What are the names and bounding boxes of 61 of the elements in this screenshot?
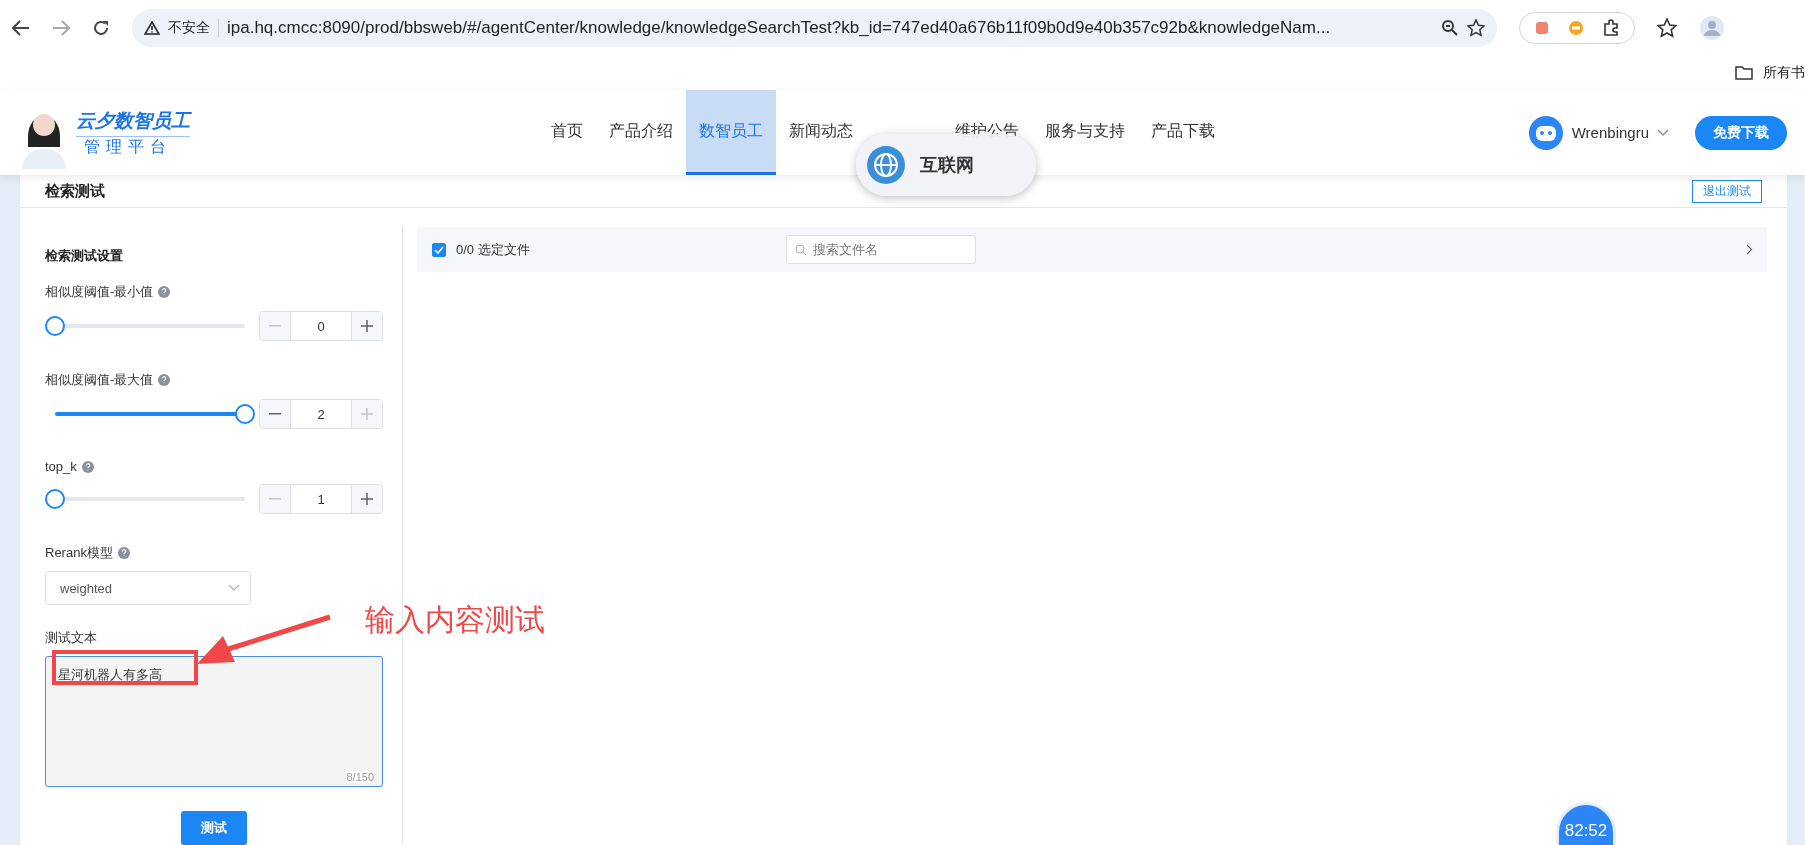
star-icon[interactable] [1467, 18, 1485, 37]
decrement-button[interactable] [260, 400, 290, 428]
rerank-select[interactable]: weighted [45, 571, 251, 605]
chevron-down-icon[interactable] [1657, 128, 1669, 137]
rerank-label: Rerank模型 [45, 544, 113, 562]
back-icon[interactable] [12, 19, 30, 36]
extension-icon[interactable] [1534, 19, 1550, 36]
nav-tab[interactable]: 首页 [538, 90, 596, 175]
warning-icon [144, 20, 160, 35]
security-label: 不安全 [168, 18, 219, 37]
minus-icon [269, 498, 281, 500]
slider-thumb[interactable] [45, 316, 65, 336]
forward-icon[interactable] [52, 19, 70, 36]
increment-button[interactable] [352, 485, 382, 513]
plus-icon [361, 493, 373, 505]
logo-subtitle: 管理平台 [76, 135, 190, 158]
user-name[interactable]: Wrenbingru [1571, 124, 1649, 142]
bookmark-star-icon[interactable] [1657, 17, 1677, 38]
logo-title: 云夕数智员工 [76, 108, 190, 133]
plus-icon [361, 408, 373, 420]
test-button[interactable]: 测试 [181, 811, 247, 845]
extension-icon[interactable] [1568, 19, 1584, 36]
folder-icon [1735, 65, 1753, 80]
chevron-right-icon[interactable] [1746, 244, 1753, 255]
file-summary: 0/0 选定文件 [456, 240, 531, 259]
help-icon [158, 286, 171, 298]
reload-icon[interactable] [92, 18, 110, 37]
slider-label: 相似度阈值-最小值 [45, 283, 154, 301]
plus-icon [361, 320, 373, 332]
globe-icon [866, 145, 906, 185]
settings-title: 检索测试设置 [45, 247, 124, 265]
annotation-text: 输入内容测试 [365, 602, 545, 638]
slider-thumb[interactable] [45, 489, 65, 509]
bookmarks-folder[interactable]: 所有书 [1763, 63, 1805, 82]
url-text: ipa.hq.cmcc:8090/prod/bbsweb/#/agentCenter/knowledge/knowledgeSearchTest?kb_id=747ed40a676b11f09b0d9e40b357c92b&knowledgeNam... [227, 17, 1332, 38]
file-search-field[interactable]: 搜索文件名 [786, 235, 976, 264]
minus-icon [269, 413, 281, 415]
download-button[interactable]: 免费下载 [1695, 115, 1787, 150]
slider-label: 相似度阈值-最大值 [45, 371, 154, 389]
chevron-down-icon [228, 584, 240, 592]
zoom-icon[interactable] [1441, 18, 1459, 37]
robot-avatar-icon[interactable] [1527, 114, 1564, 151]
minus-icon [269, 325, 281, 327]
page-title: 检索测试 [45, 181, 105, 201]
address-bar[interactable]: 不安全 ipa.hq.cmcc:8090/prod/bbsweb/#/agentCenter/knowledge/knowledgeSearchTest?kb_id=747ed40a676b11f09b0d9e40b357c92b&knowledgeNam... [132, 8, 1497, 47]
exit-test-button[interactable]: 退出测试 [1692, 179, 1762, 203]
increment-button[interactable] [352, 312, 382, 340]
search-icon [795, 244, 807, 256]
nav-tab[interactable]: 产品下载 [1138, 90, 1228, 175]
puzzle-icon[interactable] [1602, 18, 1620, 37]
help-icon [117, 547, 130, 559]
help-icon [81, 460, 94, 473]
slider-thumb[interactable] [235, 404, 255, 424]
profile-avatar-icon[interactable] [1699, 14, 1725, 41]
help-icon [158, 374, 171, 386]
select-checkbox[interactable] [432, 242, 446, 257]
nav-tab[interactable]: 产品介绍 [596, 90, 686, 175]
test-text-field[interactable]: 星河机器人有多高 8/150 [45, 656, 383, 787]
test-text-label: 测试文本 [45, 629, 97, 647]
char-counter: 8/150 [346, 771, 374, 783]
slider-label: top_k [45, 459, 77, 474]
